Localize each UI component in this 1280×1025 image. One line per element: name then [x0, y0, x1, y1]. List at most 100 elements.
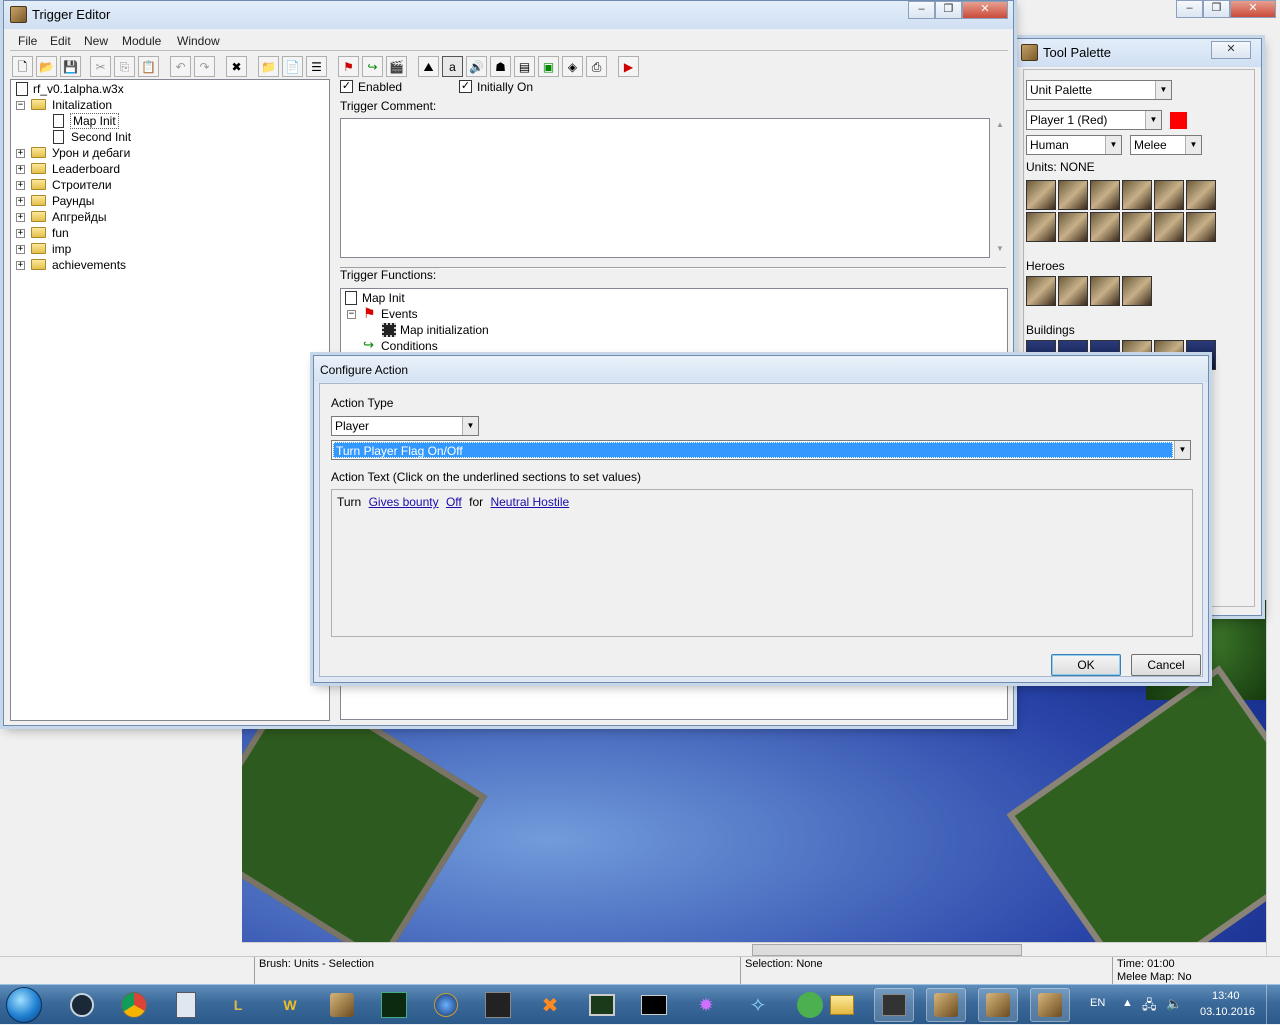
steam-icon[interactable] — [62, 988, 102, 1022]
comment-scrollbar[interactable]: ▲ ▼ — [992, 118, 1008, 258]
cut-icon[interactable]: ✂ — [90, 56, 111, 77]
unit-icon[interactable] — [1058, 212, 1088, 242]
object-editor-icon[interactable]: ☗ — [490, 56, 511, 77]
command-prompt-icon[interactable] — [634, 988, 674, 1022]
unit-icon[interactable] — [1026, 212, 1056, 242]
mode-select[interactable]: Melee ▼ — [1130, 135, 1202, 155]
clock-date[interactable]: 03.10.2016 — [1200, 1006, 1255, 1018]
world-editor-window-icon[interactable] — [926, 988, 966, 1022]
copy-icon[interactable]: ⎘ — [114, 56, 135, 77]
delete-icon[interactable]: ✖ — [226, 56, 247, 77]
splitter[interactable] — [340, 267, 1006, 269]
unit-icon[interactable] — [1122, 180, 1152, 210]
tree-category[interactable]: Урон и дебаги — [52, 145, 130, 161]
open-folder-icon[interactable]: 📂 — [36, 56, 57, 77]
import-manager-icon[interactable]: ⎙ — [586, 56, 607, 77]
minimize-button[interactable]: – — [908, 1, 935, 19]
menu-window[interactable]: Window — [177, 34, 220, 48]
parameter-player-link[interactable]: Neutral Hostile — [490, 495, 569, 509]
trigger-editor-icon[interactable]: a — [442, 56, 463, 77]
league-of-legends-icon[interactable]: L — [218, 988, 258, 1022]
unit-icon[interactable] — [1154, 212, 1184, 242]
tree-category[interactable]: Leaderboard — [52, 161, 120, 177]
hero-icon[interactable] — [1090, 276, 1120, 306]
warcraft-launcher-icon[interactable]: W — [270, 988, 310, 1022]
tree-category[interactable]: Раунды — [52, 193, 94, 209]
tool-palette-titlebar[interactable]: Tool Palette ✕ — [1015, 39, 1261, 67]
tree-category[interactable]: Апгрейды — [52, 209, 107, 225]
show-desktop-button[interactable] — [1266, 985, 1280, 1025]
trigger-comment-textarea[interactable] — [340, 118, 990, 258]
unit-icon[interactable] — [1090, 180, 1120, 210]
new-action-icon[interactable]: 🎬 — [386, 56, 407, 77]
action-category-select[interactable]: Player ▼ — [331, 416, 479, 436]
undo-icon[interactable]: ↶ — [170, 56, 191, 77]
unit-icon[interactable] — [1186, 212, 1216, 242]
clock-time[interactable]: 13:40 — [1212, 990, 1240, 1002]
test-map-icon[interactable]: ▶ — [618, 56, 639, 77]
expand-icon[interactable]: + — [16, 165, 25, 174]
world-editor-window-icon[interactable] — [1030, 988, 1070, 1022]
menu-new[interactable]: New — [84, 34, 108, 48]
expand-icon[interactable]: + — [16, 149, 25, 158]
unit-icon[interactable] — [1090, 212, 1120, 242]
unit-icon[interactable] — [1122, 212, 1152, 242]
object-manager-icon[interactable]: ◈ — [562, 56, 583, 77]
new-comment-icon[interactable]: ☰ — [306, 56, 327, 77]
maximize-button[interactable]: ❐ — [1203, 0, 1230, 18]
palette-select[interactable]: Unit Palette ▼ — [1026, 80, 1172, 100]
scroll-down-icon[interactable]: ▼ — [996, 244, 1004, 253]
close-button[interactable]: ✕ — [1211, 41, 1251, 59]
warcraft-icon[interactable] — [426, 988, 466, 1022]
close-button[interactable]: ✕ — [962, 1, 1008, 19]
expand-icon[interactable]: + — [16, 245, 25, 254]
dialog-titlebar[interactable]: Configure Action — [314, 356, 1208, 382]
enabled-checkbox[interactable]: ✓ — [340, 80, 353, 93]
scroll-up-icon[interactable]: ▲ — [996, 120, 1004, 129]
tree-category[interactable]: Строители — [52, 177, 112, 193]
collapse-icon[interactable]: − — [16, 101, 25, 110]
new-category-icon[interactable]: 📁 — [258, 56, 279, 77]
new-condition-icon[interactable]: ↪ — [362, 56, 383, 77]
tray-expand-icon[interactable]: ▲ — [1122, 997, 1133, 1009]
game-icon[interactable]: ✹ — [686, 988, 726, 1022]
battlenet-icon[interactable]: ✧ — [738, 988, 778, 1022]
language-indicator[interactable]: EN — [1090, 997, 1105, 1009]
race-select[interactable]: Human ▼ — [1026, 135, 1122, 155]
expand-icon[interactable]: + — [16, 261, 25, 270]
menu-module[interactable]: Module — [122, 34, 161, 48]
hero-icon[interactable] — [1026, 276, 1056, 306]
hero-icon[interactable] — [1058, 276, 1088, 306]
game-launcher-icon[interactable]: ✖ — [530, 988, 570, 1022]
terrain-editor-icon[interactable]: ⛰ — [418, 56, 439, 77]
parameter-state-link[interactable]: Off — [446, 495, 462, 509]
ai-editor-icon[interactable]: ▣ — [538, 56, 559, 77]
new-event-icon[interactable]: ⚑ — [338, 56, 359, 77]
initially-on-checkbox[interactable]: ✓ — [459, 80, 472, 93]
unit-icon[interactable] — [1026, 180, 1056, 210]
minimize-button[interactable]: – — [1176, 0, 1203, 18]
sound-editor-icon[interactable]: 🔊 — [466, 56, 487, 77]
tree-root[interactable]: rf_v0.1alpha.w3x — [33, 81, 124, 97]
expand-icon[interactable]: + — [16, 229, 25, 238]
unit-icon[interactable] — [1186, 180, 1216, 210]
hero-icon[interactable] — [1122, 276, 1152, 306]
close-button[interactable]: ✕ — [1230, 0, 1276, 18]
tree-category[interactable]: Initalization — [52, 97, 112, 113]
calculator-icon[interactable] — [166, 988, 206, 1022]
game-icon[interactable] — [374, 988, 414, 1022]
menu-file[interactable]: File — [18, 34, 37, 48]
paste-icon[interactable]: 📋 — [138, 56, 159, 77]
trigger-tree[interactable]: rf_v0.1alpha.w3x − Initalization Map Ini… — [10, 79, 330, 721]
monitor-icon[interactable] — [582, 988, 622, 1022]
action-select[interactable]: Turn Player Flag On/Off ▼ — [331, 440, 1191, 460]
horizontal-scrollbar[interactable] — [242, 942, 1266, 956]
expand-icon[interactable]: + — [16, 181, 25, 190]
unit-icon[interactable] — [1058, 180, 1088, 210]
ok-button[interactable]: OK — [1051, 654, 1121, 676]
new-trigger-icon[interactable]: 📄 — [282, 56, 303, 77]
scrollbar-thumb[interactable] — [752, 944, 1022, 956]
redo-icon[interactable]: ↷ — [194, 56, 215, 77]
start-button-icon[interactable] — [6, 987, 42, 1023]
save-icon[interactable]: 💾 — [60, 56, 81, 77]
